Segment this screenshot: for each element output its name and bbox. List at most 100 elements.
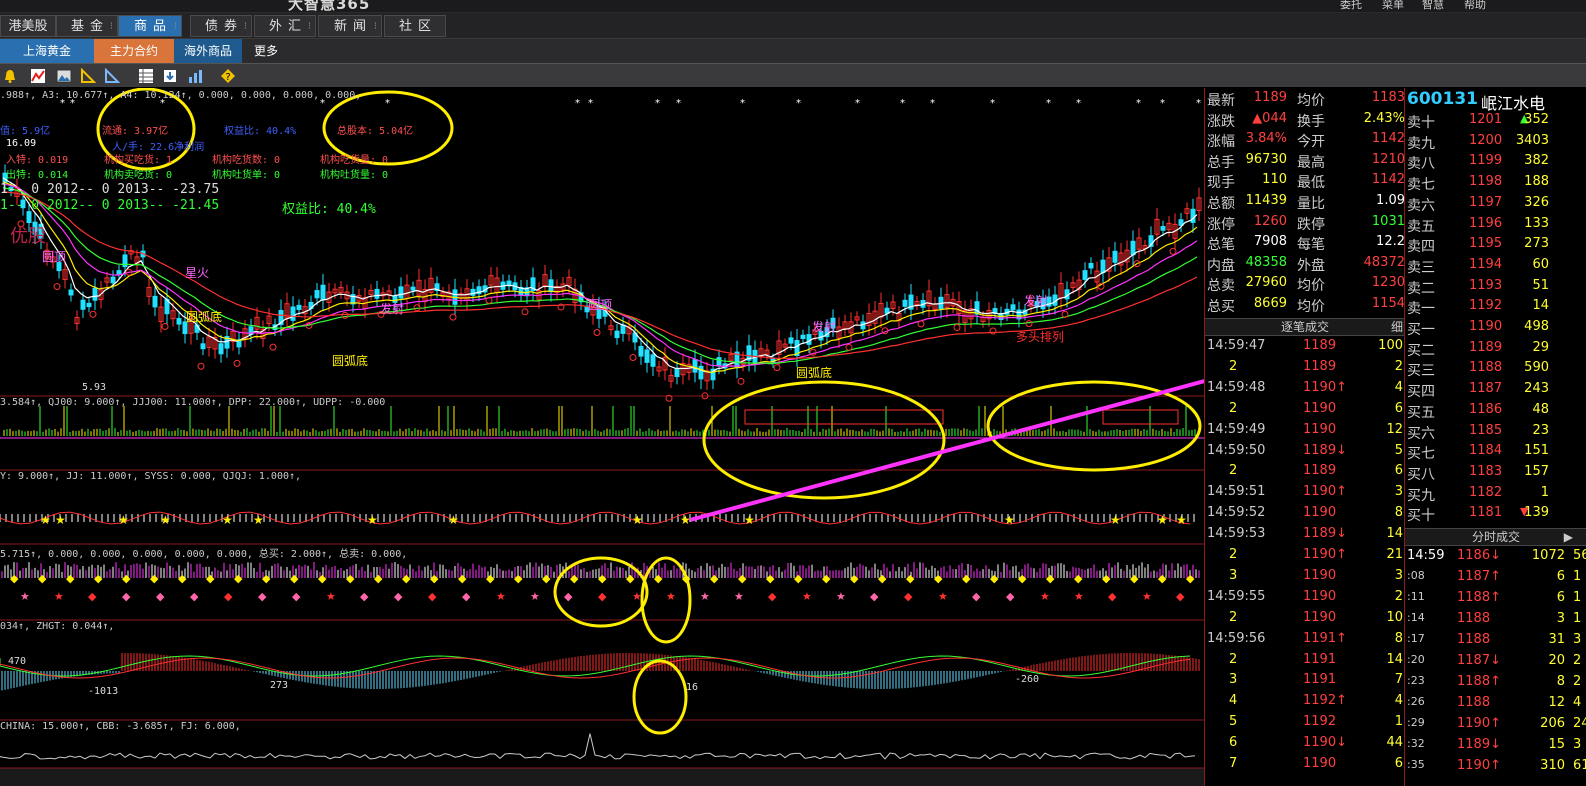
fenshi-count: 1 <box>1573 611 1582 626</box>
fenshi-time: :26 <box>1407 695 1425 708</box>
candle <box>1088 262 1094 269</box>
quote-row: 现手 110 最低 1142 <box>1205 172 1405 192</box>
diamond-mark: ◆ <box>486 572 495 585</box>
diamond-mark: ◆ <box>654 572 663 585</box>
diamond-mark: ◆ <box>402 572 411 585</box>
expand-right-icon[interactable]: ▶ <box>1564 529 1573 545</box>
image-icon[interactable] <box>56 68 72 84</box>
tick-price: 1189 <box>1303 358 1337 374</box>
signal-ring <box>89 310 97 318</box>
export-icon[interactable] <box>162 68 178 84</box>
fenshi-volume: 6 <box>1556 569 1565 584</box>
order-book-row: 卖五 1196 133 <box>1405 216 1586 237</box>
tab-bond[interactable]: 债券 ⁝ <box>190 15 252 37</box>
top-star-mark: * <box>1160 98 1165 109</box>
fenshi-count: 2 <box>1573 653 1582 668</box>
draw-icon[interactable] <box>80 68 96 84</box>
quote-label: 今开 <box>1297 134 1325 151</box>
quote-label: 现手 <box>1207 175 1235 192</box>
menu-smart[interactable]: 智慧 <box>1422 0 1444 12</box>
tick-time: 14:59:56 <box>1207 630 1266 646</box>
detail-button[interactable]: 细 <box>1391 319 1403 335</box>
macd-label: -1013 <box>88 686 119 697</box>
kline-chart-area[interactable]: * * * * * * * * * * * * * * * * * * * * ★ ★ ★ ★ ★ ★ ★ ★ ★ ★ ★ ★ ★ ★ ★ ◆ ◆ ◆ ◆ ◆… <box>0 88 1204 786</box>
tab-community[interactable]: 社区 <box>384 15 446 37</box>
tick-time: 6 <box>1229 735 1238 751</box>
nav-bar: 港美股 基金 ⁝ 商品 ⁝ 债券 ⁝ 外汇 ⁝ 新闻 ⁝ 社区 <box>0 13 1586 39</box>
order-volume: 51 <box>1532 277 1549 293</box>
candle <box>152 295 158 308</box>
top-star-mark: * <box>990 98 995 109</box>
subtab-overseas[interactable]: 海外商品 <box>174 39 242 63</box>
quote-value: 27960 <box>1245 275 1287 291</box>
quote-row: 最新 1189 均价 1183 <box>1205 90 1405 110</box>
signal-ring <box>449 313 457 321</box>
fenshi-time: :32 <box>1407 737 1425 750</box>
tick-time: 14:59:51 <box>1207 484 1266 500</box>
order-level-label: 卖十 <box>1407 115 1435 131</box>
ruler-icon[interactable] <box>104 68 120 84</box>
diamond-mark: ◆ <box>990 572 999 585</box>
diamond-mark: ◆ <box>1006 590 1015 603</box>
bell-icon[interactable] <box>2 68 18 84</box>
grid-icon[interactable] <box>138 68 154 84</box>
order-level-label: 买十 <box>1407 508 1435 525</box>
quote-value: 2.43% <box>1363 110 1405 126</box>
fenshi-header[interactable]: 分时成交 ▶ <box>1405 528 1586 546</box>
panel1-header: .988↑, A3: 10.677↑, A4: 10.124↑, 0.000, … <box>0 90 362 101</box>
quote-label: 最低 <box>1297 175 1325 192</box>
order-volume: 157 <box>1524 463 1549 479</box>
tick-header[interactable]: 逐笔成交 细 <box>1205 318 1405 336</box>
fenshi-price: 1189↓ <box>1457 737 1501 752</box>
order-price: 1201 <box>1469 112 1503 127</box>
tab-hk-us[interactable]: 港美股 <box>0 15 56 37</box>
quote-value: 1031 <box>1371 213 1405 229</box>
subtab-sh-gold[interactable]: 上海黄金 <box>0 39 94 63</box>
diamond-mark: ◆ <box>564 590 573 603</box>
tick-price: 1190 <box>1303 588 1337 604</box>
annotation-ellipse <box>702 380 946 500</box>
candle <box>644 349 650 363</box>
tab-forex[interactable]: 外汇 ⁝ <box>254 15 316 37</box>
chart-icon[interactable] <box>30 68 46 84</box>
fenshi-volume: 12 <box>1548 695 1565 710</box>
stats-icon[interactable] <box>188 68 204 84</box>
help-icon[interactable]: ? <box>220 68 236 84</box>
tick-volume: 6 <box>1394 400 1403 416</box>
order-volume: 14 <box>1532 298 1549 314</box>
quote-value: 1189 <box>1253 90 1287 105</box>
tick-row: 14:59:56 1191↑ 8 <box>1205 631 1405 652</box>
menu-help[interactable]: 帮助 <box>1464 0 1486 12</box>
fenshi-price: 1188↑ <box>1457 590 1501 605</box>
f2-label: 机构买吃货: 1 <box>104 155 173 166</box>
subtab-more[interactable]: 更多 <box>246 39 286 63</box>
quote-row: 总手 96730 最高 1210 <box>1205 152 1405 172</box>
tick-volume: 3 <box>1394 484 1403 500</box>
pattern-label: 星火 <box>185 266 210 280</box>
quote-row: 总买 8669 均价 1154 <box>1205 296 1405 316</box>
tab-label: 商品 <box>133 19 172 34</box>
order-level-label: 买一 <box>1407 322 1435 338</box>
diamond-mark: ◆ <box>1046 572 1055 585</box>
candle <box>176 318 182 325</box>
tab-label: 社区 <box>398 19 437 34</box>
quote-value: 7908 <box>1253 234 1287 250</box>
tab-fund[interactable]: 基金 ⁝ <box>56 15 118 37</box>
diamond-mark: ◆ <box>178 572 187 585</box>
diamond-mark: ★ <box>938 590 948 603</box>
diamond-mark: ◆ <box>768 590 777 603</box>
quote-value: ▲044 <box>1252 110 1287 126</box>
order-book-row: 买一 1190 498 <box>1405 319 1586 340</box>
tick-price: 1189 <box>1303 463 1337 479</box>
tick-price: 1189↓ <box>1303 526 1347 542</box>
menu-main[interactable]: 菜单 <box>1382 0 1404 12</box>
diamond-mark: ◆ <box>346 572 355 585</box>
tick-price: 1192↑ <box>1303 693 1347 709</box>
order-volume: 382 <box>1524 153 1549 169</box>
tab-commodity[interactable]: 商品 ⁝ <box>118 15 182 37</box>
candle <box>116 270 122 275</box>
tab-news[interactable]: 新闻 ⁝ <box>318 15 382 37</box>
menu-entrust[interactable]: 委托 <box>1340 0 1362 12</box>
diamond-mark: ◆ <box>150 572 159 585</box>
subtab-main-contract[interactable]: 主力合约 <box>94 39 174 63</box>
